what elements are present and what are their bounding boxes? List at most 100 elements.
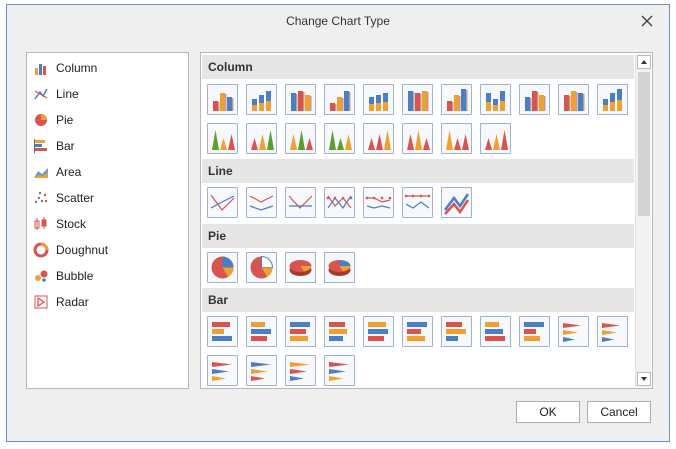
radar-chart-icon <box>33 294 49 310</box>
line-variant-icon <box>288 195 313 209</box>
chart-type-stock[interactable]: Stock <box>33 213 183 235</box>
chart-type-scatter[interactable]: Scatter <box>33 187 183 209</box>
scroll-up-button[interactable] <box>637 55 651 69</box>
bar-variant-icon <box>290 322 310 341</box>
column-variant-tile[interactable] <box>402 123 433 154</box>
vertical-scrollbar[interactable] <box>635 54 651 387</box>
bar-variant-icon <box>212 322 232 341</box>
chart-type-pie[interactable]: Pie <box>33 109 183 131</box>
scrollbar-thumb[interactable] <box>638 72 650 216</box>
line-variant-tile[interactable] <box>324 187 355 218</box>
line-variant-icon <box>326 195 353 210</box>
chart-type-label: Stock <box>56 217 87 231</box>
bar-variant-tile[interactable] <box>441 316 472 347</box>
column-variant-icon <box>369 93 388 111</box>
chart-type-list: Column Line Pie Bar Area Scatter Stock Doughnut… <box>26 52 189 389</box>
bar-variant-tile[interactable] <box>363 316 394 347</box>
line-variant-icon <box>404 194 431 209</box>
bar-variant-icon <box>407 322 427 341</box>
cancel-button[interactable]: Cancel <box>587 401 651 423</box>
bar-variant-icon <box>329 362 349 381</box>
bar-variant-icon <box>563 323 581 342</box>
line-variant-tile[interactable] <box>441 187 472 218</box>
line-variant-icon <box>365 196 392 209</box>
pie-chart-icon <box>33 112 49 128</box>
bar-variant-icon <box>329 322 347 341</box>
pie-variant-tile[interactable] <box>324 252 355 283</box>
bar-variant-tile[interactable] <box>480 316 511 347</box>
group-header-column: Column <box>202 55 634 79</box>
scroll-down-button[interactable] <box>637 372 651 386</box>
line-variant-tile[interactable] <box>402 187 433 218</box>
ok-button[interactable]: OK <box>516 401 580 423</box>
bar-variant-tile[interactable] <box>207 316 238 347</box>
line-variant-tile[interactable] <box>207 187 238 218</box>
column-variant-icon <box>251 130 274 150</box>
column-variant-tile[interactable] <box>246 84 277 115</box>
column-variant-tile[interactable] <box>441 123 472 154</box>
column-variant-icon <box>252 91 271 111</box>
chart-type-radar[interactable]: Radar <box>33 291 183 313</box>
column-variant-tile[interactable] <box>441 84 472 115</box>
bar-variant-tile[interactable] <box>246 355 277 386</box>
column-variant-icon <box>290 130 313 150</box>
column-variant-tile[interactable] <box>480 123 511 154</box>
chart-type-line[interactable]: Line <box>33 83 183 105</box>
group-header-pie: Pie <box>202 224 634 248</box>
chart-type-label: Pie <box>56 113 74 127</box>
chart-variant-gallery: Column Line Pie Bar <box>200 52 653 389</box>
group-header-line: Line <box>202 159 634 183</box>
chart-type-doughnut[interactable]: Doughnut <box>33 239 183 261</box>
line-variant-tile[interactable] <box>246 187 277 218</box>
chart-type-bar[interactable]: Bar <box>33 135 183 157</box>
pie-variant-tile[interactable] <box>246 252 277 283</box>
bar-variant-tile[interactable] <box>246 316 277 347</box>
pie-variant-icon <box>250 255 274 279</box>
pie-variant-tile[interactable] <box>285 252 316 283</box>
column-variant-tile[interactable] <box>285 123 316 154</box>
chart-type-label: Area <box>56 165 82 179</box>
close-icon[interactable] <box>639 13 655 29</box>
column-variant-tile[interactable] <box>363 84 394 115</box>
column-variant-tile[interactable] <box>207 84 238 115</box>
column-variant-tile[interactable] <box>480 84 511 115</box>
bar-variant-tile[interactable] <box>558 316 589 347</box>
bubble-chart-icon <box>33 268 49 284</box>
column-variant-tile[interactable] <box>285 84 316 115</box>
column-variant-tile[interactable] <box>246 123 277 154</box>
bar-variant-tile[interactable] <box>285 355 316 386</box>
chart-type-area[interactable]: Area <box>33 161 183 183</box>
column-variant-tile[interactable] <box>402 84 433 115</box>
line-variant-tile[interactable] <box>285 187 316 218</box>
pie-variant-icon <box>289 260 312 276</box>
column-variant-tile[interactable] <box>324 123 355 154</box>
column-variant-icon <box>446 130 469 150</box>
chart-type-column[interactable]: Column <box>33 57 183 79</box>
line-variant-tile[interactable] <box>363 187 394 218</box>
column-variant-tile[interactable] <box>363 123 394 154</box>
bar-variant-icon <box>485 322 505 341</box>
bar-variant-tile[interactable] <box>597 316 628 347</box>
column-variant-tile[interactable] <box>324 84 355 115</box>
bar-variant-tile[interactable] <box>207 355 238 386</box>
column-variant-tile[interactable] <box>597 84 628 115</box>
bar-chart-icon <box>33 138 49 154</box>
pie-variant-tile[interactable] <box>207 252 238 283</box>
column-variant-icon <box>408 91 429 111</box>
bar-variant-icon <box>368 322 388 341</box>
bar-variant-icon <box>212 362 232 381</box>
doughnut-chart-icon <box>33 242 49 258</box>
bar-variant-tile[interactable] <box>285 316 316 347</box>
bar-variant-tile[interactable] <box>324 316 355 347</box>
column-variant-icon <box>447 89 468 111</box>
column-variant-icon <box>329 130 352 150</box>
column-variant-tile[interactable] <box>207 123 238 154</box>
bar-variant-tile[interactable] <box>519 316 550 347</box>
bar-variant-tile[interactable] <box>402 316 433 347</box>
group-header-bar: Bar <box>202 288 634 312</box>
column-variant-tile[interactable] <box>519 84 550 115</box>
bar-variant-tile[interactable] <box>324 355 355 386</box>
chart-type-bubble[interactable]: Bubble <box>33 265 183 287</box>
column-variant-tile[interactable] <box>558 84 589 115</box>
line-variant-icon <box>249 195 274 211</box>
